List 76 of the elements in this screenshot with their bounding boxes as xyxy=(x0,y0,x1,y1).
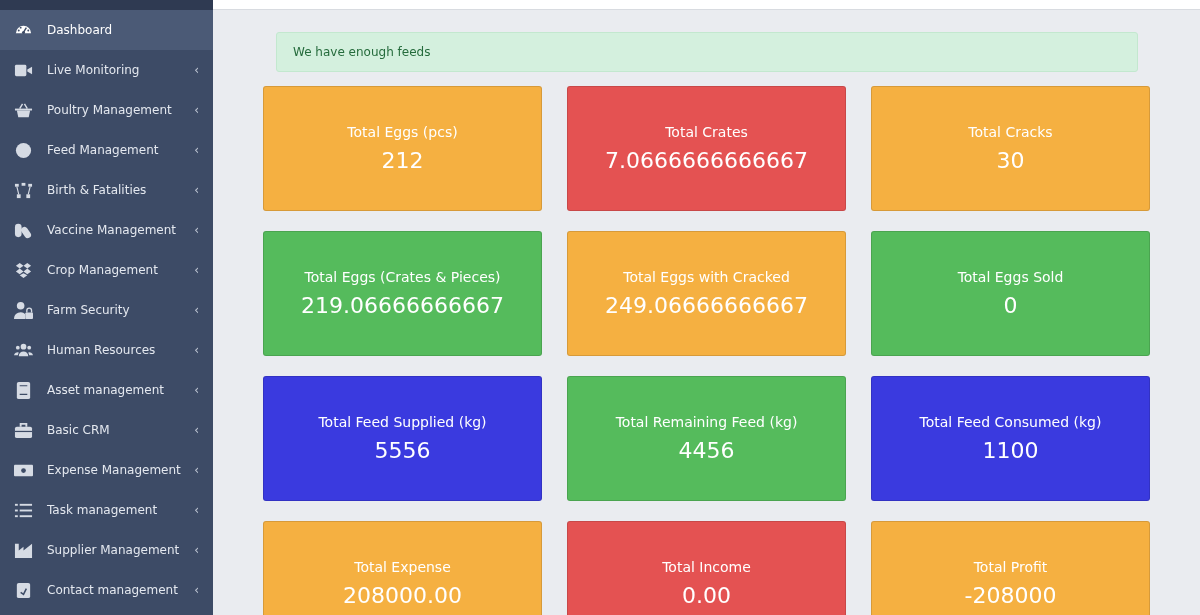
caret-icon: ‹ xyxy=(194,263,199,277)
card-title: Total Cracks xyxy=(968,124,1053,140)
nav-label: Crop Management xyxy=(47,263,159,277)
card-value: 30 xyxy=(996,148,1025,173)
user-lock-icon xyxy=(14,300,33,320)
book-icon xyxy=(14,380,33,400)
card-value: 208000.00 xyxy=(343,583,462,608)
nav-item[interactable]: Task management ‹ xyxy=(0,490,213,530)
nav-item[interactable]: Live Monitoring ‹ xyxy=(0,50,213,90)
caret-icon: ‹ xyxy=(194,223,199,237)
card-title: Total Income xyxy=(662,559,751,575)
nav-item[interactable]: Vaccine Management ‹ xyxy=(0,210,213,250)
nav-label: Dashboard xyxy=(47,23,114,37)
caret-icon: ‹ xyxy=(194,303,199,317)
caret-icon: ‹ xyxy=(194,63,199,77)
nav-label: Farm Security xyxy=(47,303,131,317)
nav-item[interactable]: Farm Security ‹ xyxy=(0,290,213,330)
nav-label: Poultry Management xyxy=(47,103,173,117)
nav-label: Human Resources xyxy=(47,343,157,357)
nav-label: Live Monitoring xyxy=(47,63,141,77)
nav-label: Feed Management xyxy=(47,143,160,157)
nav-label: Birth & Fatalities xyxy=(47,183,148,197)
card-title: Total Feed Consumed (kg) xyxy=(919,414,1102,430)
caret-icon: ‹ xyxy=(194,463,199,477)
nav-item[interactable]: Feed Management ‹ xyxy=(0,130,213,170)
caret-icon: ‹ xyxy=(194,543,199,557)
caret-icon: ‹ xyxy=(194,143,199,157)
nav-label: Contact management xyxy=(47,583,179,597)
nav-label: Basic CRM xyxy=(47,423,111,437)
alert-message: We have enough feeds xyxy=(276,32,1138,72)
card-value: 4456 xyxy=(678,438,735,463)
card-value: 212 xyxy=(381,148,424,173)
nav-label: Supplier Management xyxy=(47,543,181,557)
nav-label: Expense Management xyxy=(47,463,182,477)
card-title: Total Expense xyxy=(354,559,451,575)
card-value: 249.06666666667 xyxy=(605,293,808,318)
card-title: Total Remaining Feed (kg) xyxy=(615,414,798,430)
card-title: Total Crates xyxy=(665,124,748,140)
nav-item[interactable]: Crop Management ‹ xyxy=(0,250,213,290)
card-title: Total Feed Supplied (kg) xyxy=(318,414,487,430)
caret-icon: ‹ xyxy=(194,183,199,197)
caret-icon: ‹ xyxy=(194,383,199,397)
nav-label: Task management xyxy=(47,503,159,517)
ball-icon xyxy=(14,140,33,160)
nav-label: Vaccine Management xyxy=(47,223,177,237)
card-title: Total Eggs Sold xyxy=(957,269,1064,285)
nav-item[interactable]: Basic CRM ‹ xyxy=(0,410,213,450)
card-value: 5556 xyxy=(374,438,431,463)
nav-item[interactable]: Dashboard xyxy=(0,10,213,50)
card-title: Total Eggs with Cracked xyxy=(623,269,790,285)
card-title: Total Eggs (pcs) xyxy=(347,124,458,140)
card-value: 7.0666666666667 xyxy=(605,148,808,173)
nav-item[interactable]: Expense Management ‹ xyxy=(0,450,213,490)
card-value: 1100 xyxy=(982,438,1039,463)
phone-book-icon xyxy=(14,580,33,600)
nav-label: Asset management xyxy=(47,383,165,397)
nav-item[interactable]: Poultry Management ‹ xyxy=(0,90,213,130)
briefcase-icon xyxy=(14,420,33,440)
nav-item[interactable]: Birth & Fatalities ‹ xyxy=(0,170,213,210)
nav-item[interactable]: Human Resources ‹ xyxy=(0,330,213,370)
nav-item[interactable]: Contact management ‹ xyxy=(0,570,213,610)
diagram-icon xyxy=(14,180,33,200)
nav-item[interactable]: Asset management ‹ xyxy=(0,370,213,410)
card-value: 0 xyxy=(1003,293,1018,318)
card-title: Total Profit xyxy=(973,559,1048,575)
caret-icon: ‹ xyxy=(194,343,199,357)
caret-icon: ‹ xyxy=(194,103,199,117)
boxes-icon xyxy=(14,260,33,280)
card-title: Total Eggs (Crates & Pieces) xyxy=(304,269,501,285)
nav-item[interactable]: Supplier Management ‹ xyxy=(0,530,213,570)
caret-icon: ‹ xyxy=(194,423,199,437)
caret-icon: ‹ xyxy=(194,503,199,517)
card-value: -208000 xyxy=(964,583,1057,608)
card-value: 0.00 xyxy=(682,583,731,608)
caret-icon: ‹ xyxy=(194,583,199,597)
card-value: 219.06666666667 xyxy=(301,293,504,318)
